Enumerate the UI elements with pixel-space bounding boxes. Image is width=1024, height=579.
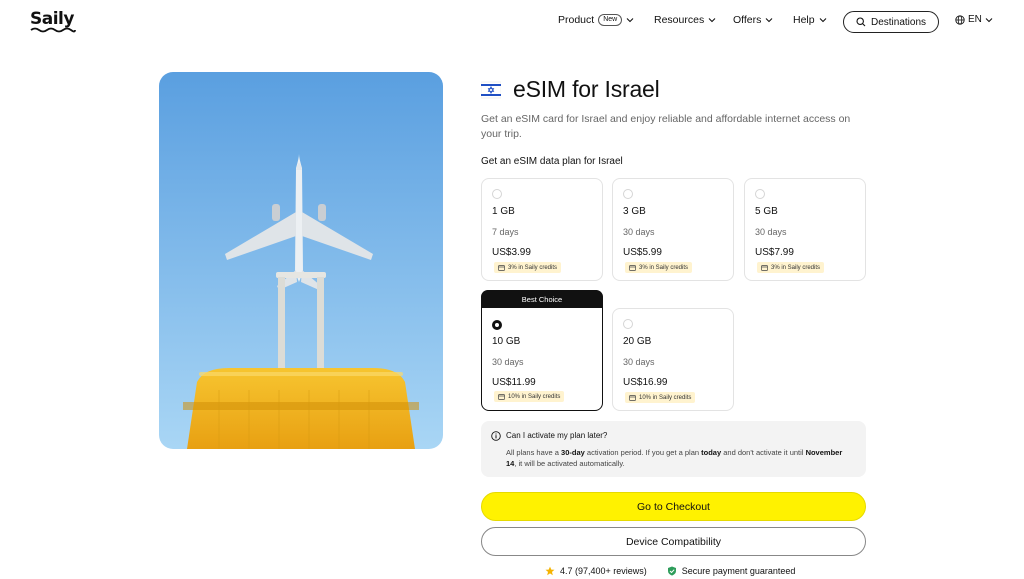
plan-radio[interactable] [492, 189, 502, 199]
plan-days: 30 days [623, 357, 655, 367]
plan-radio[interactable] [755, 189, 765, 199]
plan-heading: Get an eSIM data plan for Israel [481, 156, 623, 167]
plan-radio[interactable] [623, 319, 633, 329]
page-title: eSIM for Israel [513, 76, 660, 102]
credit-text: 3% in Saily credits [508, 264, 558, 271]
credit-card-icon [761, 264, 768, 271]
plan-data: 3 GB [623, 206, 646, 217]
info-icon [491, 431, 501, 441]
page-subtitle: Get an eSIM card for Israel and enjoy re… [481, 113, 851, 140]
plan-days: 30 days [755, 227, 787, 237]
trust-row: 4.7 (97,400+ reviews) Secure payment gua… [545, 566, 795, 576]
plan-data: 20 GB [623, 336, 652, 347]
nav-offers[interactable]: Offers [733, 14, 773, 26]
credit-card-icon [498, 393, 505, 400]
plan-data: 1 GB [492, 206, 515, 217]
plan-card-20gb[interactable]: 20 GB 30 days US$16.99 10% in Saily cred… [612, 308, 734, 411]
info-answer-part: , it will be activated automatically. [514, 459, 625, 468]
activation-info-box: Can I activate my plan later? All plans … [481, 421, 866, 477]
chevron-down-icon [708, 18, 716, 23]
plan-price: US$3.99 [492, 247, 531, 258]
nav-offers-label: Offers [733, 14, 762, 26]
info-answer-bold: today [701, 448, 722, 457]
chevron-down-icon [766, 18, 773, 23]
credit-text: 3% in Saily credits [771, 264, 821, 271]
best-choice-badge: Best Choice [481, 290, 603, 308]
credit-badge: 10% in Saily credits [494, 391, 565, 402]
credit-badge: 10% in Saily credits [625, 392, 696, 403]
info-answer-part: activation period. If you get a plan [584, 448, 702, 457]
credit-card-icon [629, 264, 636, 271]
chevron-down-icon [985, 17, 993, 22]
plan-card-3gb[interactable]: 3 GB 30 days US$5.99 3% in Saily credits [612, 178, 734, 281]
go-to-checkout-button[interactable]: Go to Checkout [481, 492, 866, 521]
info-answer-part: and don't activate it until [721, 448, 806, 457]
new-badge: New [598, 14, 623, 26]
logo-wave-icon [30, 27, 76, 33]
shield-check-icon [667, 566, 676, 576]
destinations-button[interactable]: Destinations [843, 11, 939, 33]
star-icon [545, 566, 555, 576]
page-title-row: eSIM for Israel [481, 76, 660, 103]
saily-logo[interactable]: Saily [30, 10, 80, 34]
plan-card-5gb[interactable]: 5 GB 30 days US$7.99 3% in Saily credits [744, 178, 866, 281]
plan-data: 10 GB [492, 336, 521, 347]
info-question: Can I activate my plan later? [506, 431, 608, 440]
airplane-suitcase-illustration [159, 72, 443, 449]
plan-price: US$7.99 [755, 247, 794, 258]
chevron-down-icon [819, 18, 826, 23]
top-navigation: Saily Product New Resources Offers Help … [0, 0, 1024, 44]
plan-card-1gb[interactable]: 1 GB 7 days US$3.99 3% in Saily credits [481, 178, 603, 281]
globe-icon [955, 14, 965, 25]
language-selector[interactable]: EN [955, 14, 993, 25]
chevron-down-icon [626, 18, 634, 23]
credit-text: 10% in Saily credits [639, 394, 692, 401]
plan-radio-selected[interactable] [492, 320, 502, 330]
plan-data: 5 GB [755, 206, 778, 217]
nav-resources[interactable]: Resources [654, 14, 716, 26]
credit-text: 3% in Saily credits [639, 264, 689, 271]
nav-help[interactable]: Help [793, 14, 827, 26]
info-answer-part: All plans have a [506, 448, 562, 457]
plan-days: 30 days [623, 227, 655, 237]
credit-badge: 3% in Saily credits [757, 262, 825, 273]
credit-badge: 3% in Saily credits [625, 262, 693, 273]
rating-text: 4.7 (97,400+ reviews) [560, 566, 647, 576]
nav-help-label: Help [793, 14, 815, 26]
plan-price: US$5.99 [623, 247, 662, 258]
search-icon [856, 17, 866, 27]
info-answer: All plans have a 30-day activation perio… [506, 447, 851, 469]
nav-resources-label: Resources [654, 14, 705, 26]
logo-text: Saily [30, 9, 74, 29]
plan-card-10gb[interactable]: Best Choice 10 GB 30 days US$11.99 10% i… [481, 290, 603, 411]
info-answer-bold: 30-day [561, 448, 585, 457]
plan-days: 7 days [492, 227, 519, 237]
hero-image [159, 72, 443, 449]
plan-days: 30 days [492, 357, 524, 367]
plan-radio[interactable] [623, 189, 633, 199]
credit-badge: 3% in Saily credits [494, 262, 562, 273]
nav-product[interactable]: Product New [558, 14, 634, 26]
credit-text: 10% in Saily credits [508, 393, 561, 400]
plan-price: US$16.99 [623, 377, 668, 388]
destinations-label: Destinations [870, 16, 927, 28]
language-label: EN [968, 14, 982, 25]
plan-price: US$11.99 [492, 377, 536, 388]
nav-product-label: Product [558, 14, 595, 26]
credit-card-icon [498, 264, 505, 271]
credit-card-icon [629, 394, 636, 401]
device-compatibility-button[interactable]: Device Compatibility [481, 527, 866, 556]
secure-payment-text: Secure payment guaranteed [681, 566, 796, 576]
israel-flag-icon [481, 81, 501, 98]
